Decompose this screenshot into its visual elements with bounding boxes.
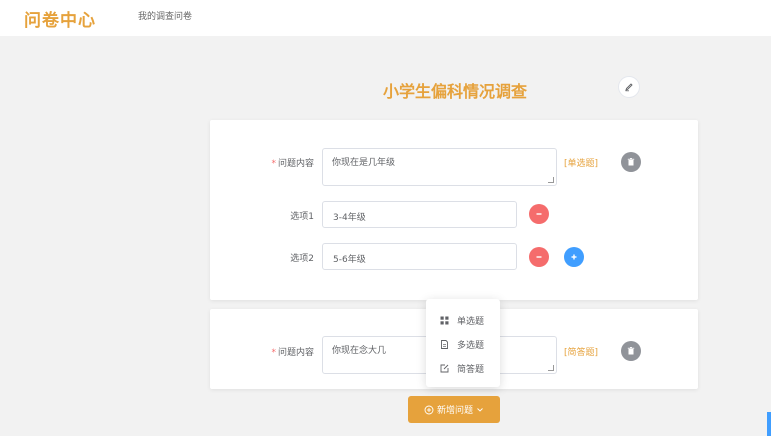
top-header: 问卷中心 我的调查问卷 xyxy=(0,0,771,36)
menu-item-multiple-choice[interactable]: 多选题 xyxy=(426,332,500,356)
corner-accent xyxy=(767,412,771,436)
survey-title: 小学生偏科情况调查 xyxy=(382,82,527,101)
required-asterisk: * xyxy=(271,348,276,358)
required-asterisk: * xyxy=(271,159,276,169)
pencil-icon xyxy=(625,83,633,92)
app-logo[interactable]: 问卷中心 xyxy=(24,6,96,31)
menu-item-label: 单选题 xyxy=(457,316,485,327)
minus-icon xyxy=(536,256,542,258)
document-icon xyxy=(441,339,448,349)
question-type-badge: [单选题] xyxy=(564,159,599,169)
question-content-text: 你现在是几年级 xyxy=(332,158,396,168)
question-content-text: 你现在念大几 xyxy=(332,346,387,356)
remove-option-button[interactable] xyxy=(529,247,549,267)
resize-handle[interactable] xyxy=(548,365,554,371)
edit-title-button[interactable] xyxy=(618,76,640,98)
option-input-2[interactable]: 5-6年级 xyxy=(322,243,517,270)
question-label-text: 问题内容 xyxy=(277,348,314,358)
menu-item-label: 简答题 xyxy=(457,364,485,375)
add-question-button[interactable]: 新增问题 xyxy=(408,396,500,423)
menu-item-short-answer[interactable]: 简答题 xyxy=(426,356,500,380)
menu-item-label: 多选题 xyxy=(457,340,485,351)
chevron-down-icon xyxy=(477,407,483,412)
plus-circle-icon xyxy=(424,405,434,414)
question-card-1: * 问题内容 你现在是几年级 [单选题] 选项1 3-4年级 选项2 5-6年级 xyxy=(210,120,698,300)
question-label: * 问题内容 xyxy=(244,345,314,358)
option-input-1[interactable]: 3-4年级 xyxy=(322,201,517,228)
question-label: * 问题内容 xyxy=(244,156,314,169)
trash-icon xyxy=(627,158,635,166)
add-option-button[interactable] xyxy=(564,247,584,267)
option-label: 选项2 xyxy=(290,254,314,264)
edit-box-icon xyxy=(440,364,449,372)
nav-link-my-surveys[interactable]: 我的调查问卷 xyxy=(138,9,192,22)
option-label: 选项1 xyxy=(290,212,314,222)
remove-option-button[interactable] xyxy=(529,204,549,224)
add-question-label: 新增问题 xyxy=(436,406,473,416)
plus-icon xyxy=(571,254,577,260)
menu-item-single-choice[interactable]: 单选题 xyxy=(426,308,500,332)
delete-question-button[interactable] xyxy=(621,152,641,172)
resize-handle[interactable] xyxy=(548,177,554,183)
question-type-badge: [简答题] xyxy=(564,348,599,358)
question-label-text: 问题内容 xyxy=(277,159,314,169)
trash-icon xyxy=(627,347,635,355)
grid-icon xyxy=(440,316,449,324)
question-type-dropdown: 单选题 多选题 简答题 xyxy=(426,299,500,387)
question-content-textarea[interactable]: 你现在是几年级 xyxy=(322,148,557,186)
delete-question-button[interactable] xyxy=(621,341,641,361)
minus-icon xyxy=(536,213,542,215)
